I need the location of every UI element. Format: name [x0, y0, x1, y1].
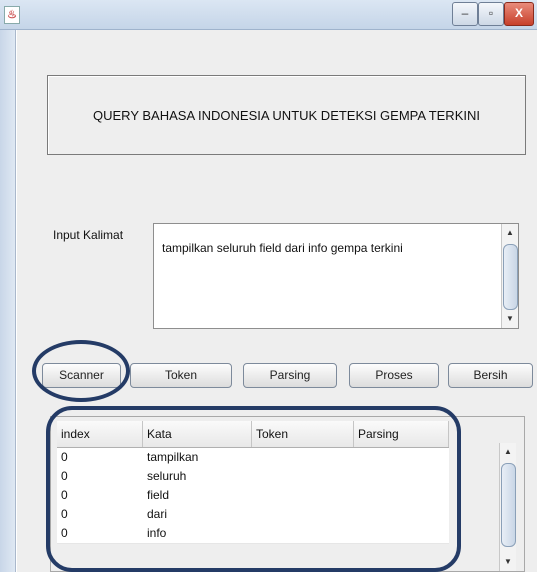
page-title: QUERY BAHASA INDONESIA UNTUK DETEKSI GEM… [93, 107, 480, 123]
minimize-button[interactable]: – [452, 2, 478, 26]
scanner-highlight-ellipse [32, 340, 130, 402]
input-text: tampilkan seluruh field dari info gempa … [162, 241, 403, 255]
scroll-up-icon[interactable]: ▲ [502, 226, 518, 240]
scroll-thumb[interactable] [503, 244, 518, 310]
maximize-button[interactable]: ▫ [478, 2, 504, 26]
table-scrollbar[interactable]: ▲ ▼ [499, 443, 516, 571]
parsing-button[interactable]: Parsing [243, 363, 337, 388]
proses-button[interactable]: Proses [349, 363, 439, 388]
close-button[interactable]: X [504, 2, 534, 26]
bersih-button[interactable]: Bersih [448, 363, 533, 388]
table-scroll-up-icon[interactable]: ▲ [500, 445, 516, 459]
table-scroll-thumb[interactable] [501, 463, 516, 547]
scroll-down-icon[interactable]: ▼ [502, 312, 518, 326]
input-textarea[interactable]: tampilkan seluruh field dari info gempa … [153, 223, 519, 329]
window-left-border [0, 30, 16, 572]
header-panel: QUERY BAHASA INDONESIA UNTUK DETEKSI GEM… [47, 75, 526, 155]
input-scrollbar[interactable]: ▲ ▼ [501, 224, 518, 328]
table-scroll-down-icon[interactable]: ▼ [500, 555, 516, 569]
input-label: Input Kalimat [53, 228, 124, 242]
java-cup-icon: ♨ [4, 6, 20, 24]
table-highlight-outline [46, 406, 461, 572]
token-button[interactable]: Token [130, 363, 232, 388]
